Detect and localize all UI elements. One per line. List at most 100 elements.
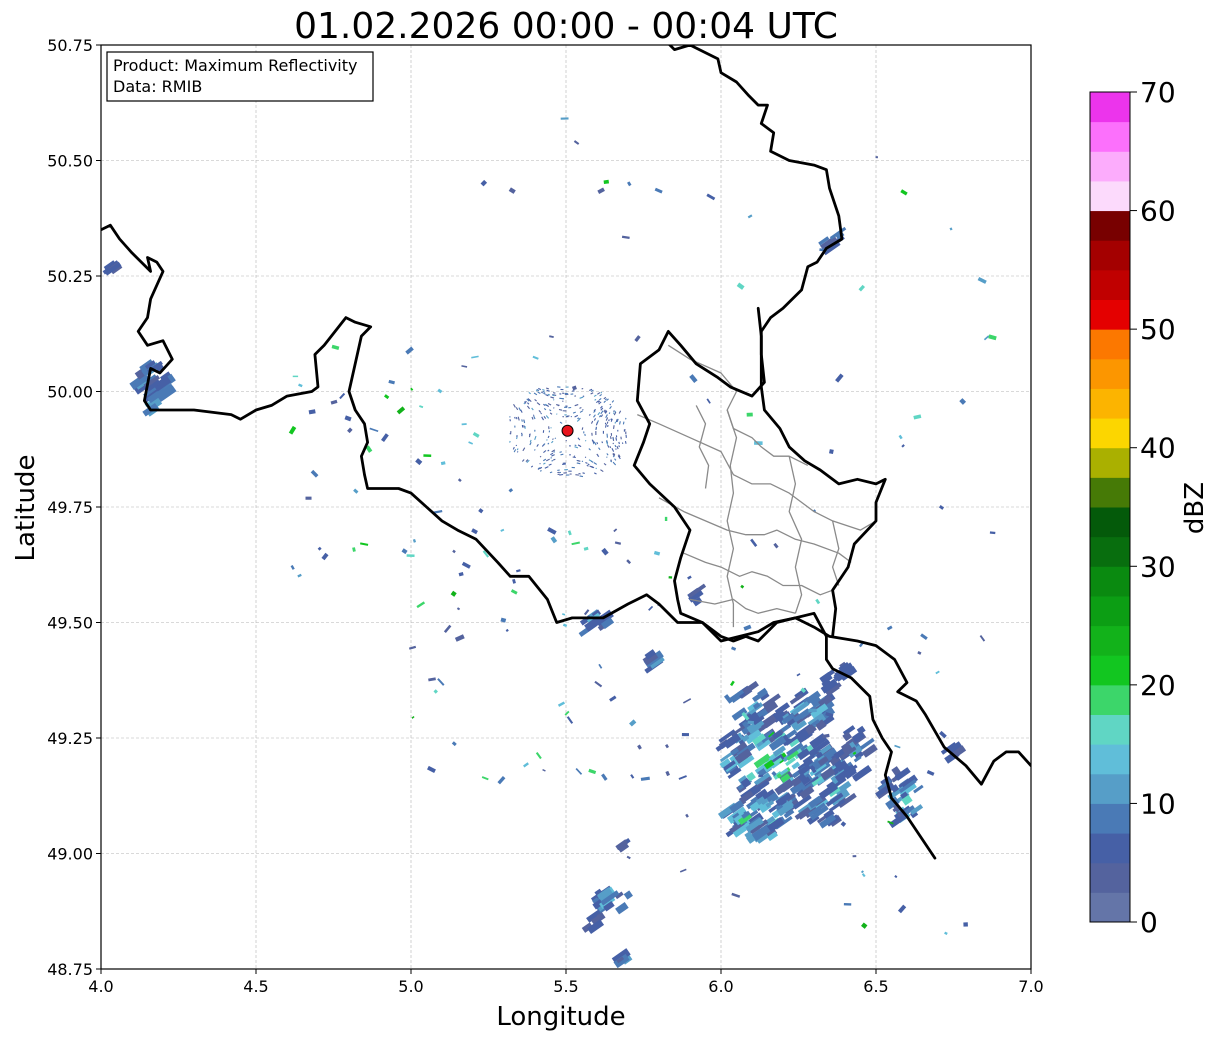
x-tick-label: 4.5: [243, 977, 268, 996]
colorbar-segment: [1090, 418, 1130, 449]
y-tick-label: 50.25: [47, 267, 93, 286]
colorbar-segment: [1090, 655, 1130, 686]
echo-speck: [423, 454, 432, 457]
x-tick-label: 7.0: [1018, 977, 1043, 996]
clutter-speck: [550, 427, 552, 429]
x-tick-label: 6.0: [708, 977, 733, 996]
info-box: Product: Maximum Reflectivity Data: RMIB: [106, 51, 374, 102]
clutter-speck: [565, 386, 569, 388]
clutter-speck: [565, 440, 567, 442]
colorbar-segment: [1090, 210, 1130, 241]
colorbar-tick-label: 20: [1140, 669, 1176, 702]
clutter-speck: [625, 431, 627, 435]
clutter-speck: [548, 430, 551, 433]
echo-speck: [668, 576, 673, 579]
colorbar-segment: [1090, 477, 1130, 508]
clutter-speck: [534, 429, 536, 432]
colorbar-segment: [1090, 714, 1130, 745]
colorbar-segment: [1090, 803, 1130, 834]
x-axis-label: Longitude: [496, 1002, 625, 1032]
colorbar-segment: [1090, 447, 1130, 478]
colorbar-segment: [1090, 358, 1130, 389]
radar-site-dot[interactable]: [561, 424, 574, 437]
y-tick-label: 48.75: [47, 960, 93, 979]
x-tick-label: 6.5: [863, 977, 888, 996]
echo-speck: [603, 179, 610, 185]
echo-speck: [560, 117, 569, 120]
y-tick-label: 50.00: [47, 383, 93, 402]
echo-speck: [305, 496, 312, 500]
y-tick-label: 50.50: [47, 152, 93, 171]
radar-figure: 01.02.2026 00:00 - 00:04 UTC Product: Ma…: [11, 6, 1210, 1032]
clutter-speck: [583, 431, 585, 434]
colorbar-segment: [1090, 269, 1130, 300]
colorbar-segment: [1090, 625, 1130, 656]
echo-speck: [664, 516, 668, 522]
clutter-speck: [565, 474, 570, 476]
colorbar-segment: [1090, 744, 1130, 775]
colorbar-segment: [1090, 388, 1130, 419]
radar-site-marker[interactable]: [561, 424, 574, 437]
info-source: Data: RMIB: [113, 77, 202, 96]
clutter-speck: [595, 427, 597, 430]
colorbar-segment: [1090, 507, 1130, 538]
colorbar-segment: [1090, 536, 1130, 567]
clutter-speck: [569, 454, 571, 456]
colorbar-segment: [1090, 595, 1130, 627]
clutter-speck: [573, 455, 576, 457]
colorbar-tick-label: 60: [1140, 195, 1176, 228]
echo-speck: [681, 733, 690, 737]
x-tick-label: 4.0: [88, 977, 113, 996]
clutter-speck: [521, 432, 523, 435]
colorbar-tick-label: 10: [1140, 787, 1176, 820]
colorbar-segment: [1090, 329, 1130, 360]
y-tick-label: 49.25: [47, 729, 93, 748]
echo-speck: [875, 156, 878, 159]
colorbar-segment: [1090, 180, 1130, 212]
clutter-speck: [602, 430, 604, 434]
y-axis: 48.75 49.00 49.25 49.50 49.75 50.00 50.25 50.50…: [47, 36, 101, 979]
colorbar-tick-label: 50: [1140, 313, 1176, 346]
clutter-speck: [564, 406, 568, 408]
colorbar-segment: [1090, 92, 1130, 123]
x-axis: 4.0 4.5 5.0 5.5 6.0 6.5 7.0: [88, 969, 1044, 996]
clutter-speck: [523, 425, 525, 428]
colorbar-segment: [1090, 299, 1130, 330]
y-tick-label: 49.00: [47, 845, 93, 864]
clutter-speck: [569, 473, 572, 475]
colorbar-tick-label: 30: [1140, 550, 1176, 583]
clutter-speck: [617, 429, 619, 432]
clutter-speck: [559, 471, 561, 474]
echo-speck: [829, 449, 834, 455]
echo-speck: [406, 554, 415, 558]
clutter-speck: [610, 433, 613, 436]
y-tick-label: 49.75: [47, 498, 93, 517]
colorbar-label: dBZ: [1180, 482, 1210, 534]
colorbar-segment: [1090, 121, 1130, 152]
clutter-speck: [564, 469, 568, 471]
colorbar-segment: [1090, 684, 1130, 715]
echo-speck: [963, 922, 968, 927]
echo-speck: [852, 855, 857, 858]
clutter-speck: [624, 429, 626, 431]
clutter-speck: [562, 392, 565, 394]
echo-speck: [746, 412, 753, 417]
clutter-speck: [595, 431, 597, 436]
y-tick-label: 50.75: [47, 36, 93, 55]
clutter-speck: [562, 410, 567, 412]
echo-speck: [461, 423, 467, 426]
echo-speck: [843, 903, 852, 906]
clutter-speck: [615, 435, 618, 438]
colorbar-segment: [1090, 833, 1130, 864]
colorbar-segment: [1090, 773, 1130, 804]
clutter-speck: [514, 425, 516, 428]
y-axis-label: Latitude: [11, 454, 41, 561]
clutter-speck: [564, 392, 568, 395]
info-product: Product: Maximum Reflectivity: [113, 56, 357, 75]
map-area[interactable]: [100, 40, 1032, 970]
echo-speck: [808, 708, 817, 713]
clutter-speck: [524, 426, 526, 429]
colorbar: 0 10 20 30 40 50 60 70: [1089, 76, 1176, 939]
colorbar-tick-label: 40: [1140, 432, 1176, 465]
colorbar-segment: [1090, 566, 1130, 597]
